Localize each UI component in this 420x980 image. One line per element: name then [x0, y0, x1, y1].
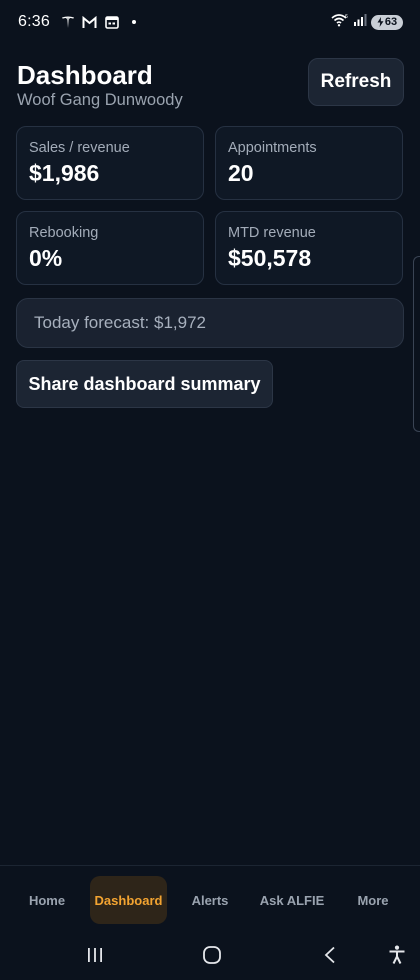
mtd-revenue-card: MTD revenue $50,578: [215, 211, 403, 285]
signal-icon: [353, 13, 367, 32]
appointments-card: Appointments 20: [215, 126, 403, 200]
tesla-icon: [60, 14, 76, 30]
status-right: 6 63: [331, 13, 403, 32]
accessibility-icon[interactable]: [379, 939, 415, 971]
share-summary-button[interactable]: Share dashboard summary: [16, 360, 273, 408]
nav-ask-alfie[interactable]: Ask ALFIE: [255, 876, 329, 924]
page-header: Dashboard Woof Gang Dunwoody Refresh: [17, 58, 404, 118]
forecast-text: Today forecast: $1,972: [34, 313, 207, 332]
refresh-button[interactable]: Refresh: [308, 58, 404, 106]
nav-alerts[interactable]: Alerts: [182, 876, 238, 924]
card-value: 0%: [29, 245, 63, 271]
system-nav: [0, 931, 420, 980]
nav-more[interactable]: More: [346, 876, 400, 924]
status-bar: 6:36 6 63: [0, 0, 420, 44]
card-value: $50,578: [228, 245, 312, 271]
sales-card: Sales / revenue $1,986: [16, 126, 204, 200]
back-icon[interactable]: [312, 939, 348, 971]
edge-panel-handle[interactable]: [413, 256, 420, 432]
svg-text:6: 6: [345, 14, 348, 20]
nav-dashboard[interactable]: Dashboard: [90, 876, 167, 924]
forecast-banner: Today forecast: $1,972: [16, 298, 404, 348]
app-screen: 6:36 6 63 Dashboard Woof Gang Dunwoody R…: [0, 0, 420, 980]
store-name: Woof Gang Dunwoody: [17, 91, 183, 109]
home-icon[interactable]: [194, 939, 230, 971]
recents-icon[interactable]: [77, 939, 113, 971]
card-label: Appointments: [228, 140, 317, 156]
dot-icon: [131, 20, 136, 24]
battery-icon: 63: [371, 14, 403, 30]
battery-level: 63: [384, 16, 398, 28]
wifi-icon: 6: [331, 13, 349, 32]
card-label: MTD revenue: [228, 225, 316, 241]
gmail-icon: [82, 14, 98, 30]
card-value: 20: [228, 160, 254, 186]
card-label: Sales / revenue: [29, 140, 130, 156]
card-label: Rebooking: [29, 225, 99, 241]
calendar-icon: [104, 14, 120, 30]
status-time: 6:36: [18, 13, 50, 30]
rebooking-card: Rebooking 0%: [16, 211, 204, 285]
card-value: $1,986: [29, 160, 100, 186]
page-title: Dashboard: [17, 60, 153, 90]
bottom-nav: Home Dashboard Alerts Ask ALFIE More: [0, 865, 420, 931]
status-left: 6:36: [18, 13, 136, 31]
nav-home[interactable]: Home: [18, 876, 76, 924]
